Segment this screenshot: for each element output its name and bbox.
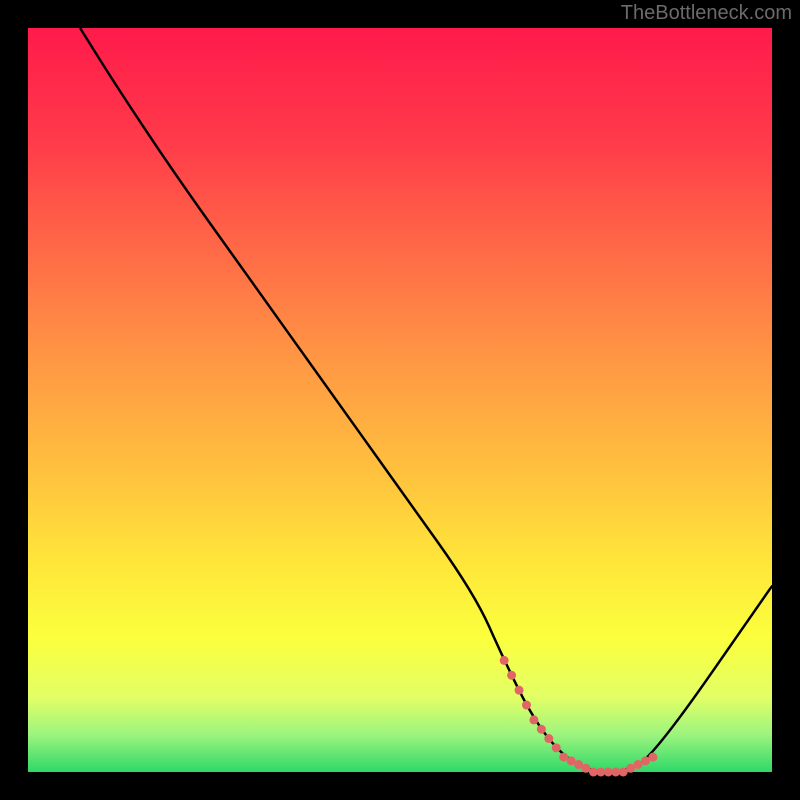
- highlight-dot: [544, 734, 553, 743]
- highlight-dot: [507, 671, 516, 680]
- highlight-dot: [515, 686, 524, 695]
- highlight-dot: [537, 725, 546, 734]
- highlight-dot: [522, 701, 531, 710]
- attribution-label: TheBottleneck.com: [621, 2, 792, 25]
- highlight-dot: [552, 743, 561, 752]
- highlight-dot: [500, 656, 509, 665]
- bottleneck-chart: [0, 0, 800, 800]
- highlight-dot: [529, 715, 538, 724]
- highlight-dot: [648, 753, 657, 762]
- plot-background: [28, 28, 772, 772]
- chart-container: TheBottleneck.com: [0, 0, 800, 800]
